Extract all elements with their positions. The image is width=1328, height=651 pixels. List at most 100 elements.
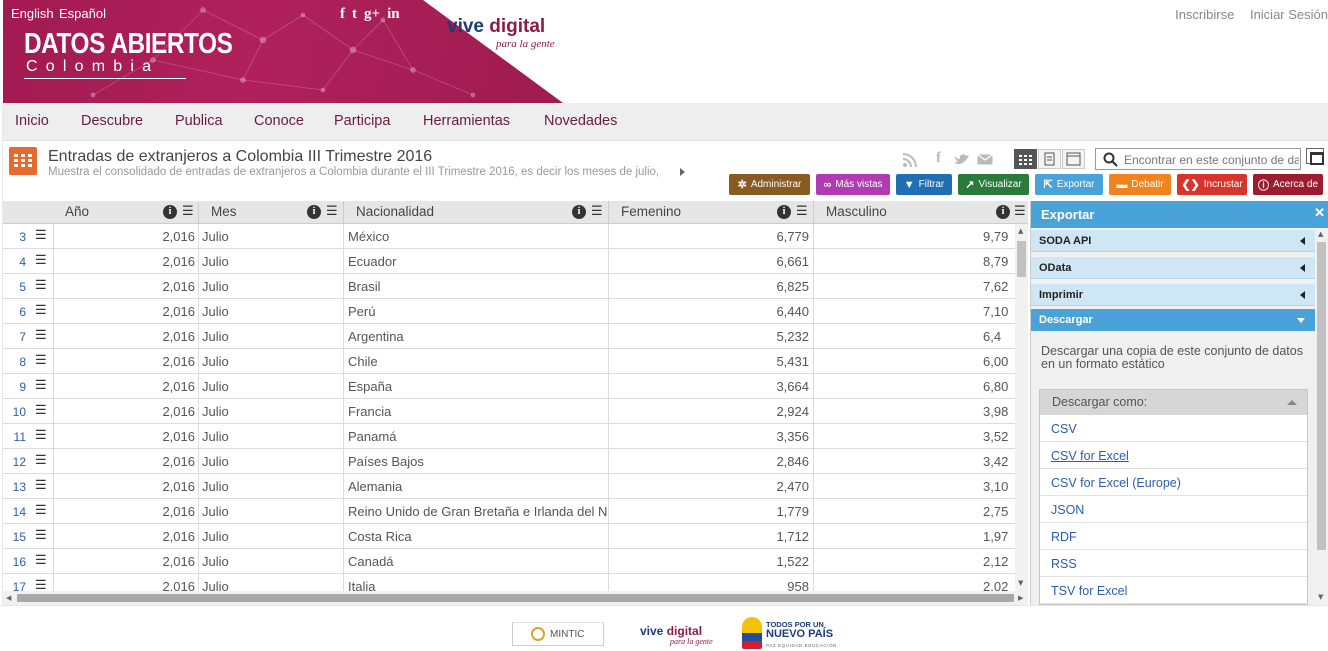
grid-horizontal-scrollbar[interactable]: ◀ ▶: [3, 591, 1028, 605]
format-csv[interactable]: CSV: [1040, 415, 1307, 442]
row-menu-icon[interactable]: ☰: [35, 352, 47, 368]
view-grid-button[interactable]: [1014, 149, 1037, 169]
format-json[interactable]: JSON: [1040, 496, 1307, 523]
col-anio-info-icon[interactable]: i: [163, 205, 177, 219]
row-menu-icon[interactable]: ☰: [35, 452, 47, 468]
row-menu-icon[interactable]: ☰: [35, 377, 47, 393]
grid-vertical-scrollbar[interactable]: ▲ ▼: [1015, 224, 1028, 591]
row-menu-icon[interactable]: ☰: [35, 527, 47, 543]
close-icon[interactable]: ✕: [1314, 205, 1325, 221]
row-menu-icon[interactable]: ☰: [35, 327, 47, 343]
nav-inicio[interactable]: Inicio: [15, 113, 49, 129]
panel-scroll-thumb[interactable]: [1317, 242, 1326, 550]
exportar-button[interactable]: ⇱ Exportar: [1035, 174, 1103, 195]
col-mes-menu-icon[interactable]: ☰: [326, 205, 338, 218]
mas-vistas-button[interactable]: ∞ Más vistas: [816, 174, 890, 195]
nav-participa[interactable]: Participa: [334, 113, 390, 129]
debatir-button[interactable]: ▬ Debatir: [1109, 174, 1171, 195]
row-menu-icon[interactable]: ☰: [35, 402, 47, 418]
expand-description-icon[interactable]: [680, 168, 685, 176]
table-row[interactable]: 13 ☰ 2,016 Julio Alemania 2,470 3,10: [3, 474, 1015, 499]
fullscreen-button[interactable]: [1306, 148, 1324, 165]
share-facebook-icon[interactable]: f: [936, 150, 941, 167]
nav-novedades[interactable]: Novedades: [544, 113, 617, 129]
share-email-icon[interactable]: [977, 154, 993, 165]
table-row[interactable]: 9 ☰ 2,016 Julio España 3,664 6,80: [3, 374, 1015, 399]
footer-vive-digital-logo[interactable]: vive digital: [640, 624, 702, 638]
grid-horizontal-scroll-thumb[interactable]: [17, 594, 1014, 602]
google-plus-icon[interactable]: g+: [364, 6, 380, 23]
table-row[interactable]: 12 ☰ 2,016 Julio Países Bajos 2,846 3,42: [3, 449, 1015, 474]
panel-scrollbar[interactable]: ▲ ▼: [1315, 228, 1328, 605]
table-row[interactable]: 16 ☰ 2,016 Julio Canadá 1,522 2,12: [3, 549, 1015, 574]
col-mes-info-icon[interactable]: i: [307, 205, 321, 219]
col-masculino-info-icon[interactable]: i: [996, 205, 1010, 219]
view-full-button[interactable]: [1062, 149, 1085, 169]
share-twitter-icon[interactable]: [954, 153, 970, 166]
section-odata[interactable]: OData: [1031, 257, 1315, 279]
filtrar-button[interactable]: ▼ Filtrar: [896, 174, 952, 195]
table-row[interactable]: 10 ☰ 2,016 Julio Francia 2,924 3,98: [3, 399, 1015, 424]
nav-descubre[interactable]: Descubre: [81, 113, 143, 129]
signup-link[interactable]: Inscribirse: [1175, 7, 1234, 22]
table-row[interactable]: 15 ☰ 2,016 Julio Costa Rica 1,712 1,97: [3, 524, 1015, 549]
todos-por-un-nuevo-pais-logo[interactable]: TODOS POR UN NUEVO PAÍS PAZ EQUIDAD EDUC…: [742, 617, 836, 651]
nav-conoce[interactable]: Conoce: [254, 113, 304, 129]
format-tsv-excel[interactable]: TSV for Excel: [1040, 577, 1307, 604]
table-row[interactable]: 3 ☰ 2,016 Julio México 6,779 9,79: [3, 224, 1015, 249]
view-page-button[interactable]: [1038, 149, 1061, 169]
format-rss[interactable]: RSS: [1040, 550, 1307, 577]
table-row[interactable]: 5 ☰ 2,016 Julio Brasil 6,825 7,62: [3, 274, 1015, 299]
table-row[interactable]: 8 ☰ 2,016 Julio Chile 5,431 6,00: [3, 349, 1015, 374]
dataset-search-input[interactable]: Encontrar en este conjunto de datos: [1095, 148, 1301, 170]
table-row[interactable]: 6 ☰ 2,016 Julio Perú 6,440 7,10: [3, 299, 1015, 324]
twitter-icon[interactable]: t: [352, 6, 357, 23]
col-femenino-info-icon[interactable]: i: [777, 205, 791, 219]
section-descargar[interactable]: Descargar: [1031, 309, 1315, 331]
col-femenino-header[interactable]: Femenino: [621, 204, 681, 219]
nav-herramientas[interactable]: Herramientas: [423, 113, 510, 129]
acerca-de-button[interactable]: ⓘ Acerca de: [1253, 174, 1323, 195]
section-soda-api[interactable]: SODA API: [1031, 230, 1315, 252]
lang-english[interactable]: English: [11, 6, 54, 21]
lang-spanish[interactable]: Español: [59, 6, 106, 21]
col-masculino-menu-icon[interactable]: ☰: [1014, 205, 1026, 218]
visualizar-button[interactable]: ↗ Visualizar: [958, 174, 1029, 195]
section-imprimir[interactable]: Imprimir: [1031, 284, 1315, 306]
row-menu-icon[interactable]: ☰: [35, 577, 47, 591]
table-row[interactable]: 17 ☰ 2,016 Julio Italia 958 2,02: [3, 574, 1015, 591]
mintic-logo[interactable]: MINTIC: [512, 622, 604, 646]
login-link[interactable]: Iniciar Sesión: [1250, 7, 1328, 22]
row-menu-icon[interactable]: ☰: [35, 552, 47, 568]
col-mes-header[interactable]: Mes: [211, 204, 237, 219]
row-menu-icon[interactable]: ☰: [35, 477, 47, 493]
logo-title[interactable]: DATOS ABIERTOS: [24, 28, 233, 61]
format-csv-excel-europe[interactable]: CSV for Excel (Europe): [1040, 469, 1307, 496]
table-row[interactable]: 11 ☰ 2,016 Julio Panamá 3,356 3,52: [3, 424, 1015, 449]
format-csv-excel[interactable]: CSV for Excel: [1040, 442, 1307, 469]
row-menu-icon[interactable]: ☰: [35, 227, 47, 243]
col-femenino-menu-icon[interactable]: ☰: [796, 205, 808, 218]
row-menu-icon[interactable]: ☰: [35, 302, 47, 318]
col-anio-header[interactable]: Año: [65, 204, 89, 219]
row-menu-icon[interactable]: ☰: [35, 502, 47, 518]
table-row[interactable]: 14 ☰ 2,016 Julio Reino Unido de Gran Bret…: [3, 499, 1015, 524]
download-as-select[interactable]: Descargar como:: [1040, 390, 1307, 415]
col-nacionalidad-menu-icon[interactable]: ☰: [591, 205, 603, 218]
table-row[interactable]: 4 ☰ 2,016 Julio Ecuador 6,661 8,79: [3, 249, 1015, 274]
col-masculino-header[interactable]: Masculino: [826, 204, 887, 219]
col-nacionalidad-header[interactable]: Nacionalidad: [356, 204, 434, 219]
rss-icon[interactable]: [902, 152, 918, 168]
col-nacionalidad-info-icon[interactable]: i: [572, 205, 586, 219]
facebook-icon[interactable]: f: [340, 6, 345, 23]
linkedin-icon[interactable]: in: [387, 6, 400, 23]
col-anio-menu-icon[interactable]: ☰: [182, 205, 194, 218]
vive-digital-logo[interactable]: vive digital: [447, 16, 545, 38]
incrustar-button[interactable]: ❮❯ Incrustar: [1177, 174, 1247, 195]
row-menu-icon[interactable]: ☰: [35, 252, 47, 268]
grid-vertical-scroll-thumb[interactable]: [1017, 241, 1026, 277]
row-menu-icon[interactable]: ☰: [35, 427, 47, 443]
administrar-button[interactable]: ✲ Administrar: [729, 174, 810, 195]
table-row[interactable]: 7 ☰ 2,016 Julio Argentina 5,232 6,4: [3, 324, 1015, 349]
format-rdf[interactable]: RDF: [1040, 523, 1307, 550]
